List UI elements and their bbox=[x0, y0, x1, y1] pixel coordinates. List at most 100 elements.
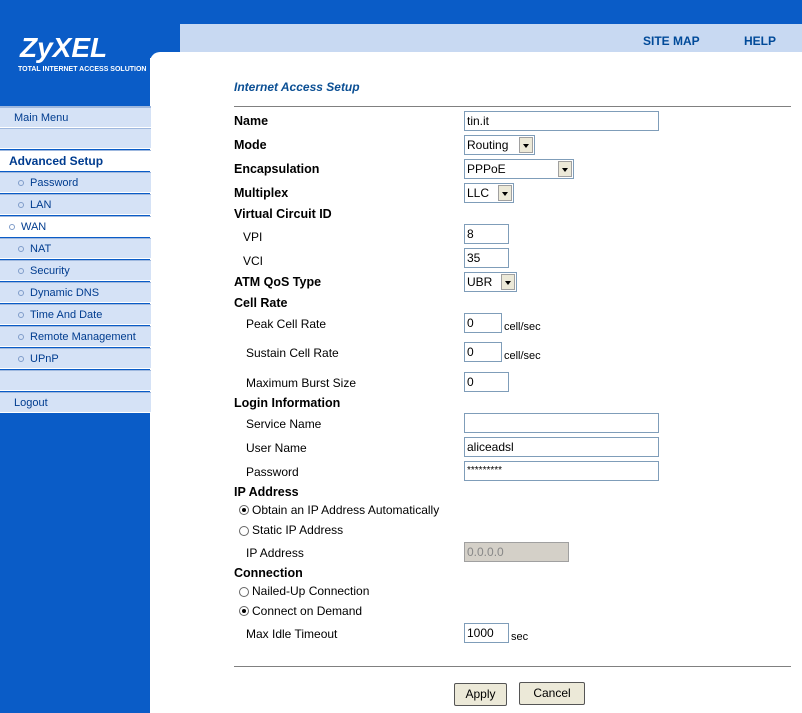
bullet-icon bbox=[18, 333, 24, 340]
help-link[interactable]: HELP bbox=[744, 34, 776, 48]
static-ip-radio[interactable] bbox=[239, 526, 249, 536]
mode-select-value: Routing bbox=[467, 138, 509, 152]
nailed-up-radio[interactable] bbox=[239, 587, 249, 597]
bullet-icon bbox=[18, 179, 24, 186]
connect-on-demand-radio[interactable] bbox=[239, 606, 249, 616]
chevron-down-icon bbox=[498, 185, 512, 201]
site-map-link[interactable]: SITE MAP bbox=[643, 34, 700, 48]
ip-address-input[interactable]: 0.0.0.0 bbox=[464, 542, 569, 562]
vci-label: VCI bbox=[243, 254, 264, 268]
atm-qos-select[interactable]: UBR bbox=[464, 272, 517, 292]
sustain-cell-rate-unit: cell/sec bbox=[504, 350, 541, 362]
bullet-icon bbox=[18, 289, 24, 296]
chevron-down-icon bbox=[519, 137, 533, 153]
ip-address-label: IP Address bbox=[246, 546, 304, 560]
password-input[interactable]: ********* bbox=[464, 461, 659, 481]
vpi-input[interactable]: 8 bbox=[464, 224, 509, 244]
multiplex-label: Multiplex bbox=[234, 186, 289, 200]
ip-address-section-label: IP Address bbox=[234, 485, 299, 499]
sidebar-item-label: Logout bbox=[14, 396, 48, 409]
virtual-circuit-label: Virtual Circuit ID bbox=[234, 207, 332, 221]
sidebar-item-remote-management[interactable]: Remote Management bbox=[0, 326, 151, 347]
name-input[interactable]: tin.it bbox=[464, 111, 659, 131]
chevron-down-icon bbox=[558, 161, 572, 177]
sidebar-item-label: Password bbox=[30, 176, 79, 189]
atm-qos-label: ATM QoS Type bbox=[234, 275, 322, 289]
sidebar-item-nat[interactable]: NAT bbox=[0, 238, 151, 259]
encapsulation-label: Encapsulation bbox=[234, 162, 320, 176]
sidebar-item-label: Remote Management bbox=[30, 330, 136, 343]
max-burst-size-label: Maximum Burst Size bbox=[246, 376, 357, 390]
top-bar bbox=[0, 0, 802, 24]
top-corner-inner bbox=[150, 52, 180, 62]
sidebar-item-dynamic-dns[interactable]: Dynamic DNS bbox=[0, 282, 151, 303]
encapsulation-select[interactable]: PPPoE bbox=[464, 159, 574, 179]
sidebar-item-label: Advanced Setup bbox=[9, 153, 104, 168]
max-burst-size-input[interactable]: 0 bbox=[464, 372, 509, 392]
login-info-label: Login Information bbox=[234, 396, 341, 410]
obtain-ip-radio[interactable] bbox=[239, 505, 249, 515]
max-idle-timeout-input[interactable]: 1000 bbox=[464, 623, 509, 643]
service-name-label: Service Name bbox=[246, 417, 322, 431]
sidebar-item-lan[interactable]: LAN bbox=[0, 194, 151, 215]
sidebar-item-label: WAN bbox=[21, 220, 47, 233]
bullet-icon bbox=[18, 245, 24, 252]
top-band bbox=[150, 24, 802, 52]
sidebar-item-main-menu[interactable]: Main Menu bbox=[0, 107, 151, 128]
bullet-icon bbox=[18, 311, 24, 318]
divider bbox=[234, 666, 791, 667]
sidebar-spacer bbox=[0, 128, 151, 149]
max-idle-timeout-label: Max Idle Timeout bbox=[246, 627, 338, 641]
bullet-icon bbox=[9, 223, 15, 230]
multiplex-select-value: LLC bbox=[467, 186, 490, 200]
peak-cell-rate-label: Peak Cell Rate bbox=[246, 317, 327, 331]
apply-button[interactable]: Apply bbox=[454, 683, 507, 706]
page-title: Internet Access Setup bbox=[234, 80, 360, 94]
bullet-icon bbox=[18, 201, 24, 208]
cancel-button[interactable]: Cancel bbox=[519, 682, 585, 705]
logo-text: ZyXEL bbox=[20, 32, 108, 63]
peak-cell-rate-unit: cell/sec bbox=[504, 321, 541, 333]
max-idle-timeout-unit: sec bbox=[511, 631, 529, 643]
sustain-cell-rate-label: Sustain Cell Rate bbox=[246, 346, 339, 360]
peak-cell-rate-input[interactable]: 0 bbox=[464, 313, 502, 333]
sidebar-item-security[interactable]: Security bbox=[0, 260, 151, 281]
logo-subtitle: TOTAL INTERNET ACCESS SOLUTION bbox=[18, 66, 147, 73]
nailed-up-label: Nailed-Up Connection bbox=[252, 584, 370, 598]
bullet-icon bbox=[18, 355, 24, 362]
bullet-icon bbox=[18, 267, 24, 274]
service-name-input[interactable] bbox=[464, 413, 659, 433]
sidebar-item-advanced-setup[interactable]: Advanced Setup bbox=[0, 150, 151, 171]
logo: ZyXEL TOTAL INTERNET ACCESS SOLUTION bbox=[0, 24, 150, 84]
static-ip-label: Static IP Address bbox=[252, 523, 344, 537]
sidebar-item-time-and-date[interactable]: Time And Date bbox=[0, 304, 151, 325]
sidebar-item-password[interactable]: Password bbox=[0, 172, 151, 193]
sidebar-item-wan[interactable]: WAN bbox=[0, 216, 151, 237]
sidebar-item-label: LAN bbox=[30, 198, 52, 211]
sidebar-item-label: NAT bbox=[30, 242, 52, 255]
name-label: Name bbox=[234, 114, 269, 128]
cell-rate-label: Cell Rate bbox=[234, 296, 288, 310]
multiplex-select[interactable]: LLC bbox=[464, 183, 514, 203]
sidebar-item-label: Security bbox=[30, 264, 70, 277]
mode-label: Mode bbox=[234, 138, 267, 152]
vpi-label: VPI bbox=[243, 230, 263, 244]
password-label: Password bbox=[246, 465, 299, 479]
user-name-label: User Name bbox=[246, 441, 307, 455]
obtain-ip-label: Obtain an IP Address Automatically bbox=[252, 503, 440, 517]
sidebar-item-upnp[interactable]: UPnP bbox=[0, 348, 151, 369]
sidebar-item-logout[interactable]: Logout bbox=[0, 392, 151, 413]
sidebar-spacer bbox=[0, 370, 151, 391]
atm-qos-select-value: UBR bbox=[467, 275, 493, 289]
sidebar-item-label: Time And Date bbox=[30, 308, 103, 321]
user-name-input[interactable]: aliceadsl bbox=[464, 437, 659, 457]
sustain-cell-rate-input[interactable]: 0 bbox=[464, 342, 502, 362]
vci-input[interactable]: 35 bbox=[464, 248, 509, 268]
encapsulation-select-value: PPPoE bbox=[467, 162, 506, 176]
sidebar-item-label: Main Menu bbox=[14, 111, 69, 124]
divider bbox=[234, 106, 791, 107]
mode-select[interactable]: Routing bbox=[464, 135, 535, 155]
chevron-down-icon bbox=[501, 274, 515, 290]
connection-label: Connection bbox=[234, 566, 303, 580]
sidebar-item-label: Dynamic DNS bbox=[30, 286, 100, 299]
